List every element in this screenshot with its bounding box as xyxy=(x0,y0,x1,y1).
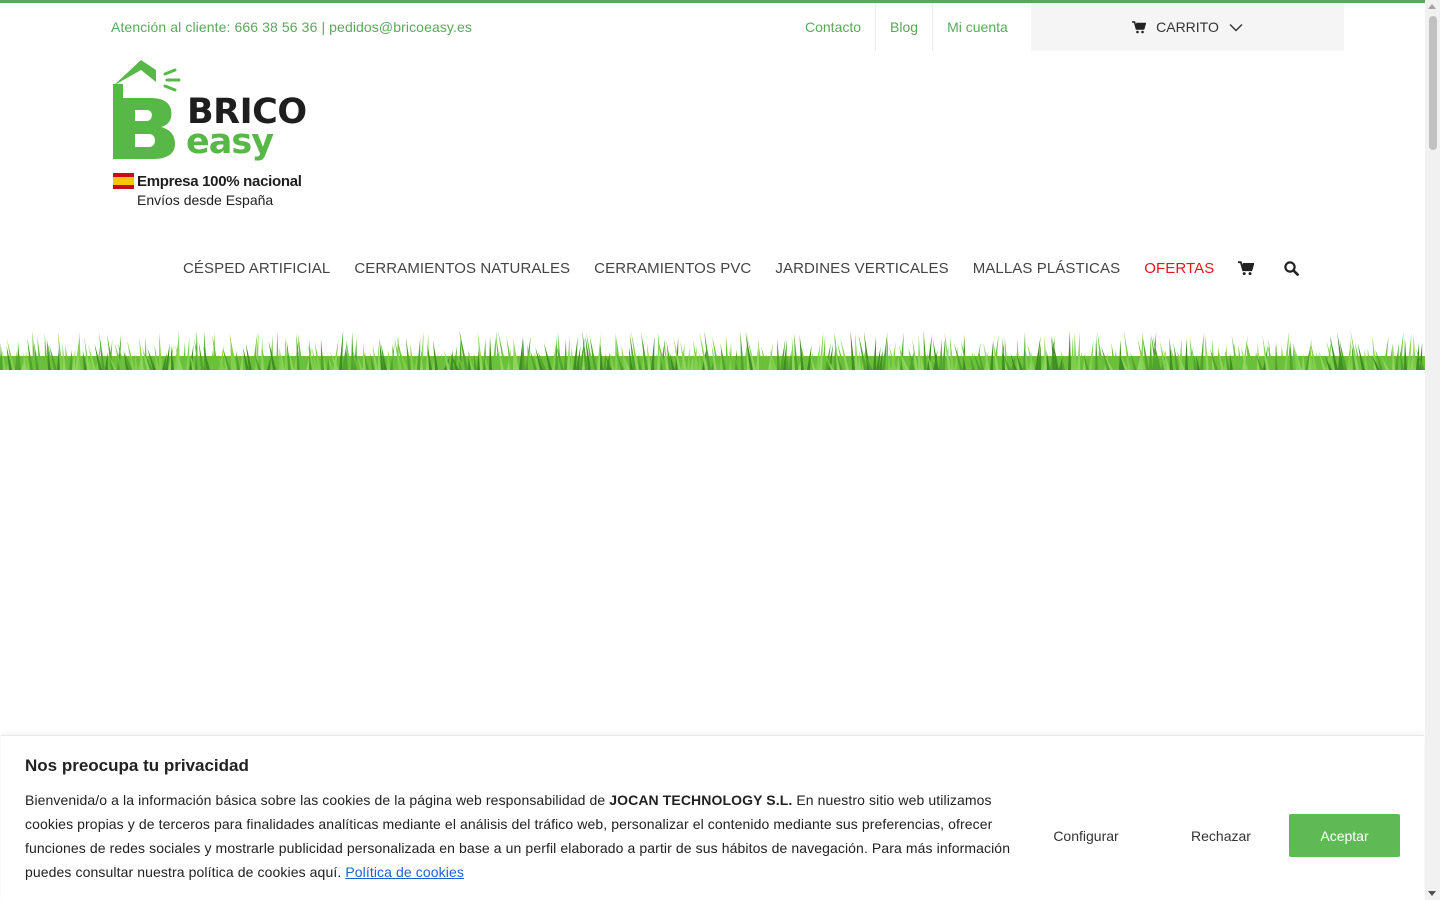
logo-tagline-shipping: Envíos desde España xyxy=(137,192,274,208)
cookie-text-intro: Bienvenida/o a la información básica sob… xyxy=(25,792,610,808)
reject-cookies-button[interactable]: Rechazar xyxy=(1166,814,1276,857)
cart-dropdown[interactable]: CARRITO xyxy=(1031,3,1344,51)
page-scrollbar[interactable] xyxy=(1425,0,1440,900)
blog-link[interactable]: Blog xyxy=(876,3,934,51)
logo-brand-bottom: easy xyxy=(186,122,274,162)
my-account-link[interactable]: Mi cuenta xyxy=(933,3,1022,51)
logo-mark-icon xyxy=(113,60,181,159)
cookie-consent-banner: Nos preocupa tu privacidad Bienvenida/o … xyxy=(1,735,1424,900)
cookie-company-name: JOCAN TECHNOLOGY S.L. xyxy=(609,792,793,808)
accept-cookies-button[interactable]: Aceptar xyxy=(1289,814,1400,857)
cart-label: CARRITO xyxy=(1156,19,1219,35)
cookie-banner-title: Nos preocupa tu privacidad xyxy=(25,756,249,775)
scroll-up-arrow-icon[interactable] xyxy=(1428,4,1436,9)
cookie-banner-text: Bienvenida/o a la información básica sob… xyxy=(25,788,1025,884)
scroll-down-arrow-icon[interactable] xyxy=(1428,891,1436,896)
top-links: Contacto Blog Mi cuenta xyxy=(791,3,1022,51)
cart-icon[interactable] xyxy=(1238,260,1255,276)
contact-link[interactable]: Contacto xyxy=(791,3,877,51)
nav-item-jardines-verticales[interactable]: JARDINES VERTICALES xyxy=(775,260,948,277)
nav-item-ofertas[interactable]: OFERTAS xyxy=(1144,260,1214,277)
configure-cookies-button[interactable]: Configurar xyxy=(1031,814,1141,857)
customer-service-info: Atención al cliente: 666 38 56 36 | pedi… xyxy=(111,19,472,35)
search-icon[interactable] xyxy=(1284,260,1300,276)
nav-item-cesped-artificial[interactable]: CÉSPED ARTIFICIAL xyxy=(183,260,330,277)
top-info-bar: Atención al cliente: 666 38 56 36 | pedi… xyxy=(0,3,1425,51)
spain-flag-icon xyxy=(113,173,134,189)
cart-icon xyxy=(1132,20,1147,34)
nav-item-cerramientos-pvc[interactable]: CERRAMIENTOS PVC xyxy=(594,260,751,277)
nav-item-cerramientos-naturales[interactable]: CERRAMIENTOS NATURALES xyxy=(354,260,570,277)
scrollbar-thumb[interactable] xyxy=(1429,16,1437,150)
logo-tagline-national: Empresa 100% nacional xyxy=(137,173,302,190)
chevron-down-icon xyxy=(1229,23,1243,32)
cookie-policy-link[interactable]: Política de cookies xyxy=(345,864,464,880)
main-navigation: CÉSPED ARTIFICIAL CERRAMIENTOS NATURALES… xyxy=(183,256,1329,280)
site-logo[interactable]: BRICO easy Empresa 100% nacional Envíos … xyxy=(111,58,326,210)
grass-decoration xyxy=(0,326,1425,370)
nav-item-mallas-plasticas[interactable]: MALLAS PLÁSTICAS xyxy=(973,260,1121,277)
